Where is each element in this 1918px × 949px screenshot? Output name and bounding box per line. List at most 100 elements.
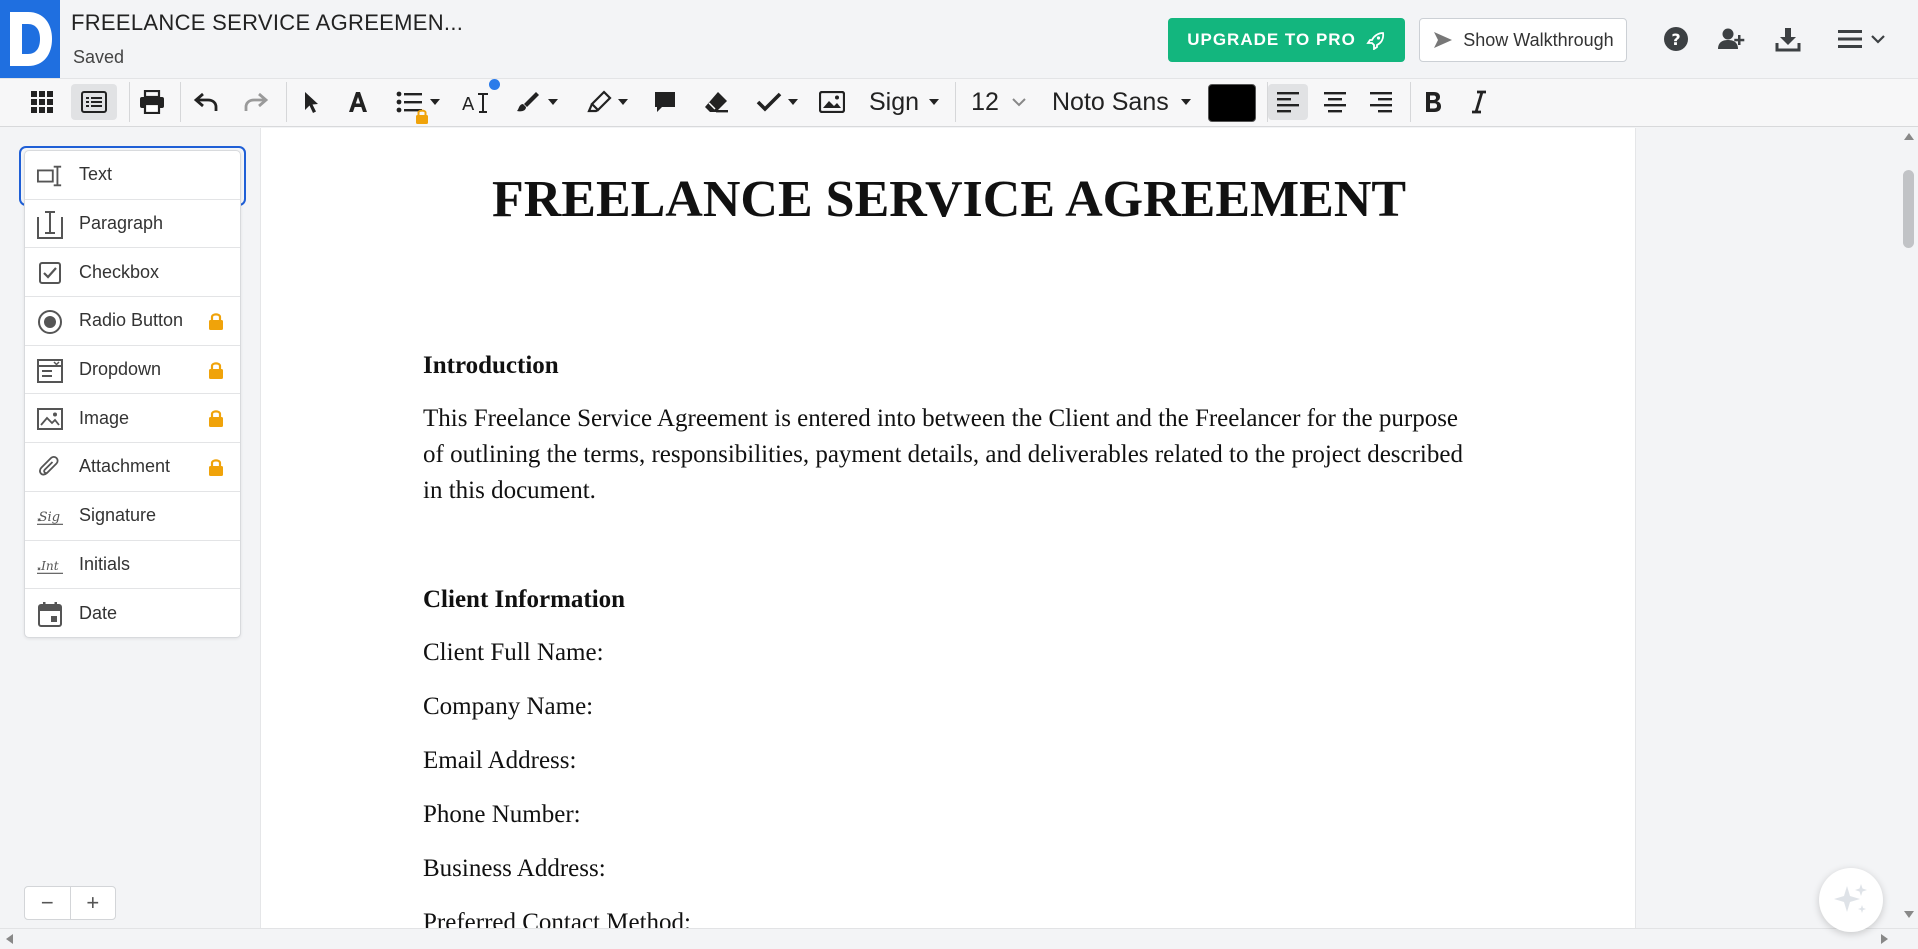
- comment-icon: [655, 92, 675, 112]
- help-icon[interactable]: ?: [1661, 24, 1691, 54]
- align-left-icon: [1277, 92, 1299, 113]
- checkmark-tool-button[interactable]: [748, 84, 806, 120]
- business-address-label: Business Address:: [423, 855, 606, 882]
- undo-button[interactable]: [188, 84, 224, 120]
- show-walkthrough-button[interactable]: Show Walkthrough: [1419, 18, 1627, 62]
- print-button[interactable]: [134, 84, 170, 120]
- zoom-in-button[interactable]: +: [71, 887, 116, 919]
- text-a-icon: [349, 92, 367, 112]
- cursor-arrow-icon: [305, 92, 318, 113]
- text-color-picker[interactable]: [1208, 84, 1256, 122]
- field-item-checkbox[interactable]: Checkbox: [25, 248, 240, 298]
- text-resize-icon: A: [462, 93, 488, 114]
- svg-text:A: A: [462, 94, 475, 114]
- horizontal-scrollbar[interactable]: [0, 928, 1918, 949]
- field-item-attachment[interactable]: Attachment: [25, 443, 240, 492]
- image-icon: [37, 406, 63, 432]
- add-user-icon[interactable]: [1716, 24, 1746, 54]
- lock-icon: [208, 312, 224, 335]
- paragraph-field-icon: [37, 210, 63, 239]
- eraser-tool-button[interactable]: [699, 84, 733, 120]
- app-logo[interactable]: [0, 0, 60, 78]
- align-center-icon: [1324, 92, 1346, 113]
- font-family-select[interactable]: Noto Sans: [1052, 84, 1198, 120]
- printer-icon: [140, 90, 164, 114]
- lock-icon: [208, 409, 224, 432]
- field-item-text[interactable]: Text: [25, 151, 240, 200]
- zoom-out-button[interactable]: −: [25, 887, 71, 919]
- field-item-dropdown[interactable]: Dropdown: [25, 346, 240, 395]
- sign-dropdown[interactable]: Sign: [864, 84, 944, 120]
- checkbox-icon: [37, 260, 63, 286]
- company-name-label: Company Name:: [423, 693, 594, 720]
- field-item-paragraph[interactable]: Paragraph: [25, 200, 240, 249]
- field-item-radio-button[interactable]: Radio Button: [25, 297, 240, 346]
- hamburger-icon: [1838, 30, 1862, 48]
- upgrade-to-pro-button[interactable]: UPGRADE TO PRO: [1168, 18, 1405, 62]
- form-fields-button[interactable]: [71, 84, 117, 120]
- svg-text:Int: Int: [40, 559, 59, 573]
- apps-grid-button[interactable]: [24, 84, 60, 120]
- toolbar-divider: [180, 82, 181, 122]
- grid-icon: [31, 91, 53, 113]
- field-label: Image: [79, 407, 130, 428]
- eraser-icon: [705, 92, 728, 113]
- text-size-tool-button[interactable]: A: [459, 84, 493, 120]
- caret-down-icon: [618, 99, 628, 105]
- font-size-select[interactable]: 12: [968, 84, 1030, 120]
- ai-assistant-button[interactable]: [1819, 868, 1883, 932]
- calendar-icon: [37, 601, 63, 628]
- image-tool-button[interactable]: [815, 84, 849, 120]
- comment-tool-button[interactable]: [648, 84, 682, 120]
- document-title[interactable]: FREELANCE SERVICE AGREEMEN...: [71, 10, 463, 36]
- caret-down-icon: [788, 99, 798, 105]
- image-icon: [819, 91, 845, 113]
- scroll-down-arrow-icon: [1904, 911, 1914, 918]
- dropdown-field-icon: [37, 358, 63, 384]
- phone-number-label: Phone Number:: [423, 801, 581, 828]
- toolbar-divider: [1410, 82, 1411, 122]
- select-tool-button[interactable]: [294, 84, 328, 120]
- rocket-icon: [1366, 32, 1384, 50]
- redo-button[interactable]: [238, 84, 274, 120]
- toolbar-divider: [129, 82, 130, 122]
- radio-button-icon: [37, 309, 63, 335]
- highlighter-tool-button[interactable]: [578, 84, 636, 120]
- initials-icon: Int: [37, 553, 63, 579]
- scroll-up-arrow-icon: [1904, 133, 1914, 140]
- form-field-panel: Text Paragraph Checkbox Radio Button Dro…: [24, 150, 241, 638]
- text-tool-button[interactable]: [341, 84, 375, 120]
- align-left-button[interactable]: [1268, 84, 1308, 120]
- field-item-date[interactable]: Date: [25, 589, 240, 638]
- align-center-button[interactable]: [1315, 84, 1355, 120]
- vertical-scrollbar[interactable]: [1900, 128, 1918, 928]
- vertical-scrollbar-thumb[interactable]: [1903, 170, 1914, 248]
- field-item-initials[interactable]: Int Initials: [25, 541, 240, 590]
- field-item-signature[interactable]: Sig Signature: [25, 492, 240, 541]
- preferred-contact-method-label: Preferred Contact Method:: [423, 909, 691, 928]
- redo-icon: [244, 92, 269, 111]
- download-icon[interactable]: [1773, 24, 1803, 54]
- main-menu-button[interactable]: [1836, 24, 1888, 54]
- field-item-image[interactable]: Image: [25, 394, 240, 444]
- lock-icon: [208, 458, 224, 481]
- field-label: Paragraph: [79, 213, 164, 234]
- field-label: Attachment: [79, 456, 171, 477]
- section-heading-client-information: Client Information: [423, 586, 626, 613]
- lock-icon: [416, 109, 428, 124]
- svg-text:Sig: Sig: [39, 510, 60, 525]
- align-right-icon: [1370, 92, 1392, 113]
- save-status: Saved: [73, 47, 125, 67]
- notification-dot: [489, 79, 500, 90]
- undo-icon: [193, 92, 218, 111]
- italic-button[interactable]: [1462, 84, 1496, 120]
- font-size-value: 12: [971, 87, 999, 116]
- align-right-button[interactable]: [1361, 84, 1401, 120]
- list-form-icon: [81, 91, 107, 113]
- field-label: Signature: [79, 505, 157, 526]
- highlighter-icon: [587, 90, 612, 113]
- bold-button[interactable]: [1416, 84, 1450, 120]
- document-page[interactable]: FREELANCE SERVICE AGREEMENT Introduction…: [260, 128, 1636, 928]
- editor-toolbar: [0, 78, 1918, 127]
- pen-tool-button[interactable]: [508, 84, 566, 120]
